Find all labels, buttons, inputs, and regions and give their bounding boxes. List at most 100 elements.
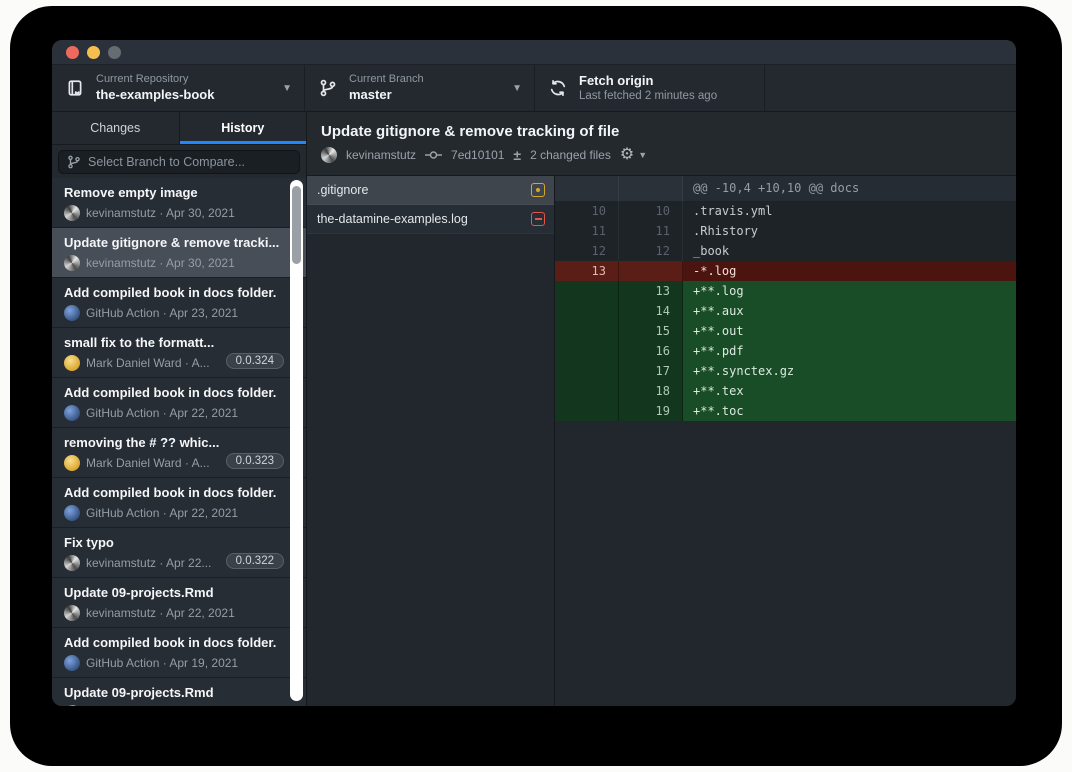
commit-author-avatar bbox=[64, 255, 80, 271]
commit-item-title: Update 09-projects.Rmd bbox=[64, 585, 294, 600]
diff-old-line-number: 10 bbox=[555, 201, 619, 221]
diff-new-line-number: 16 bbox=[619, 341, 683, 361]
commit-header: Update gitignore & remove tracking of fi… bbox=[307, 112, 1016, 176]
file-name: the-datamine-examples.log bbox=[317, 212, 523, 226]
commit-list-scrollbar-thumb[interactable] bbox=[292, 186, 301, 264]
diff-line: 13 -*.log bbox=[555, 261, 1016, 281]
diff-old-line-number bbox=[555, 401, 619, 421]
sidebar-tab[interactable]: Changes bbox=[52, 112, 180, 144]
commit-author-avatar bbox=[64, 555, 80, 571]
minimize-window-button[interactable] bbox=[87, 46, 100, 59]
diff-line-text: +**.log bbox=[683, 281, 1016, 301]
diff-old-line-number bbox=[555, 301, 619, 321]
diff-line-text: .Rhistory bbox=[683, 221, 1016, 241]
commit-list-item[interactable]: Update 09-projects.Rmd kevinamstutz · Ap… bbox=[52, 578, 306, 628]
diff-old-line-number: 11 bbox=[555, 221, 619, 241]
commit-list-item[interactable]: Add compiled book in docs folder. GitHub… bbox=[52, 628, 306, 678]
diff-new-line-number: 14 bbox=[619, 301, 683, 321]
diff-new-line-number bbox=[619, 176, 683, 201]
commit-list-item[interactable]: Add compiled book in docs folder. GitHub… bbox=[52, 278, 306, 328]
diff-line-text: +**.pdf bbox=[683, 341, 1016, 361]
diff-stat-icon: ± bbox=[513, 147, 521, 163]
changed-file-item[interactable]: the-datamine-examples.log bbox=[307, 205, 554, 234]
commit-item-title: Add compiled book in docs folder. bbox=[64, 485, 294, 500]
fetch-origin-button[interactable]: Fetch origin Last fetched 2 minutes ago bbox=[535, 65, 765, 111]
diff-line: 14 +**.aux bbox=[555, 301, 1016, 321]
current-repository-value: the-examples-book bbox=[96, 87, 214, 103]
diff-line-text: +**.tex bbox=[683, 381, 1016, 401]
author-avatar bbox=[321, 147, 337, 163]
commit-author-avatar bbox=[64, 205, 80, 221]
commit-item-title: Update gitignore & remove tracki... bbox=[64, 235, 294, 250]
commit-item-meta: kevinamstutz · Apr 30, 2021 bbox=[86, 206, 235, 220]
fetch-origin-title: Fetch origin bbox=[579, 73, 717, 89]
diff-old-line-number: 13 bbox=[555, 261, 619, 281]
diff-line: 11 11 .Rhistory bbox=[555, 221, 1016, 241]
version-badge: 0.0.322 bbox=[226, 553, 284, 569]
commit-list-item[interactable]: Add compiled book in docs folder. GitHub… bbox=[52, 478, 306, 528]
commit-item-title: Update 09-projects.Rmd bbox=[64, 685, 294, 700]
current-branch-button[interactable]: Current Branch master ▼ bbox=[305, 65, 535, 111]
sidebar-tabs: Changes History bbox=[52, 112, 306, 145]
commit-item-title: Add compiled book in docs folder. bbox=[64, 285, 294, 300]
commit-author-avatar bbox=[64, 405, 80, 421]
diff-line-text: +**.out bbox=[683, 321, 1016, 341]
commit-author-avatar bbox=[64, 705, 80, 706]
current-branch-value: master bbox=[349, 87, 424, 103]
commit-item-meta: Mark Daniel Ward · A... bbox=[86, 356, 210, 370]
diff-old-line-number: 12 bbox=[555, 241, 619, 261]
sidebar-tab[interactable]: History bbox=[180, 112, 307, 144]
diff-line-text: .travis.yml bbox=[683, 201, 1016, 221]
zoom-window-button[interactable] bbox=[108, 46, 121, 59]
chevron-down-icon: ▼ bbox=[512, 83, 522, 94]
commit-list-item[interactable]: Add compiled book in docs folder. GitHub… bbox=[52, 378, 306, 428]
content: Changes History Select Branch to Compare bbox=[52, 112, 1016, 706]
close-window-button[interactable] bbox=[66, 46, 79, 59]
compare-branch-placeholder: Select Branch to Compare... bbox=[88, 155, 245, 169]
diff-new-line-number: 11 bbox=[619, 221, 683, 241]
commit-item-meta: kevinamstutz · Apr 22, 2021 bbox=[86, 606, 235, 620]
commit-list-item[interactable]: Fix typo kevinamstutz · Apr 22... 0.0.32… bbox=[52, 528, 306, 578]
commit-item-title: small fix to the formatt... bbox=[64, 335, 294, 350]
commit-list-item[interactable]: removing the # ?? whic... Mark Daniel Wa… bbox=[52, 428, 306, 478]
diff-line-text: +**.aux bbox=[683, 301, 1016, 321]
changed-file-item[interactable]: .gitignore bbox=[307, 176, 554, 205]
diff-new-line-number: 19 bbox=[619, 401, 683, 421]
diff-options-button[interactable]: ⚙ ▼ bbox=[620, 147, 647, 163]
chevron-down-icon: ▼ bbox=[282, 83, 292, 94]
sidebar: Changes History Select Branch to Compare bbox=[52, 112, 307, 706]
commit-history-list: Remove empty image kevinamstutz · Apr 30… bbox=[52, 178, 306, 706]
current-repository-button[interactable]: Current Repository the-examples-book ▼ bbox=[52, 65, 305, 111]
diff-new-line-number bbox=[619, 261, 683, 281]
branch-icon bbox=[319, 79, 337, 97]
commit-list-item[interactable]: Remove empty image kevinamstutz · Apr 30… bbox=[52, 178, 306, 228]
diff-new-line-number: 17 bbox=[619, 361, 683, 381]
commit-list-item[interactable]: small fix to the formatt... Mark Daniel … bbox=[52, 328, 306, 378]
diff-line: @@ -10,4 +10,10 @@ docs bbox=[555, 176, 1016, 201]
commit-item-meta: kevinamstutz · Apr 30, 2021 bbox=[86, 256, 235, 270]
diff-old-line-number bbox=[555, 281, 619, 301]
diff-line: 19 +**.toc bbox=[555, 401, 1016, 421]
commit-item-meta: GitHub Action · Apr 19, 2021 bbox=[86, 656, 238, 670]
diff-new-line-number: 18 bbox=[619, 381, 683, 401]
diff-old-line-number bbox=[555, 176, 619, 201]
github-desktop-window: Current Repository the-examples-book ▼ C… bbox=[52, 40, 1016, 706]
diff-line: 15 +**.out bbox=[555, 321, 1016, 341]
diff-line: 18 +**.tex bbox=[555, 381, 1016, 401]
current-branch-label: Current Branch bbox=[349, 73, 424, 87]
compare-branch-input[interactable]: Select Branch to Compare... bbox=[58, 150, 300, 174]
commit-item-meta: kevinamstutz · Apr 22... bbox=[86, 556, 211, 570]
commit-list-item[interactable]: Update gitignore & remove tracki... kevi… bbox=[52, 228, 306, 278]
repo-icon bbox=[66, 79, 84, 97]
diff-new-line-number: 10 bbox=[619, 201, 683, 221]
diff-new-line-number: 15 bbox=[619, 321, 683, 341]
diff-line-text: _book bbox=[683, 241, 1016, 261]
version-badge: 0.0.324 bbox=[226, 353, 284, 369]
commit-sha: 7ed10101 bbox=[451, 148, 504, 162]
changed-files-count: 2 changed files bbox=[530, 148, 611, 162]
commit-author-avatar bbox=[64, 605, 80, 621]
commit-list-scrollbar[interactable] bbox=[290, 180, 303, 701]
commit-author-avatar bbox=[64, 355, 80, 371]
diff-line-text: @@ -10,4 +10,10 @@ docs bbox=[683, 176, 1016, 201]
commit-list-item[interactable]: Update 09-projects.Rmd bbox=[52, 678, 306, 706]
